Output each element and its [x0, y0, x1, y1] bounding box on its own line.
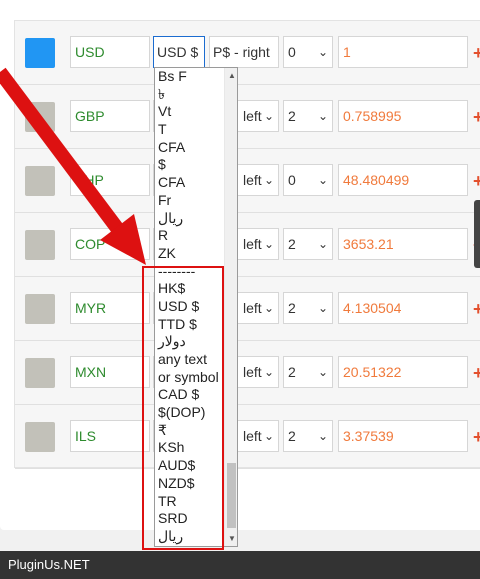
footer-bar: PluginUs.NET: [0, 551, 480, 579]
side-tab-handle[interactable]: [474, 200, 480, 268]
footer-brand: PluginUs.NET: [8, 557, 90, 572]
annotation-arrow-icon: [0, 67, 146, 265]
